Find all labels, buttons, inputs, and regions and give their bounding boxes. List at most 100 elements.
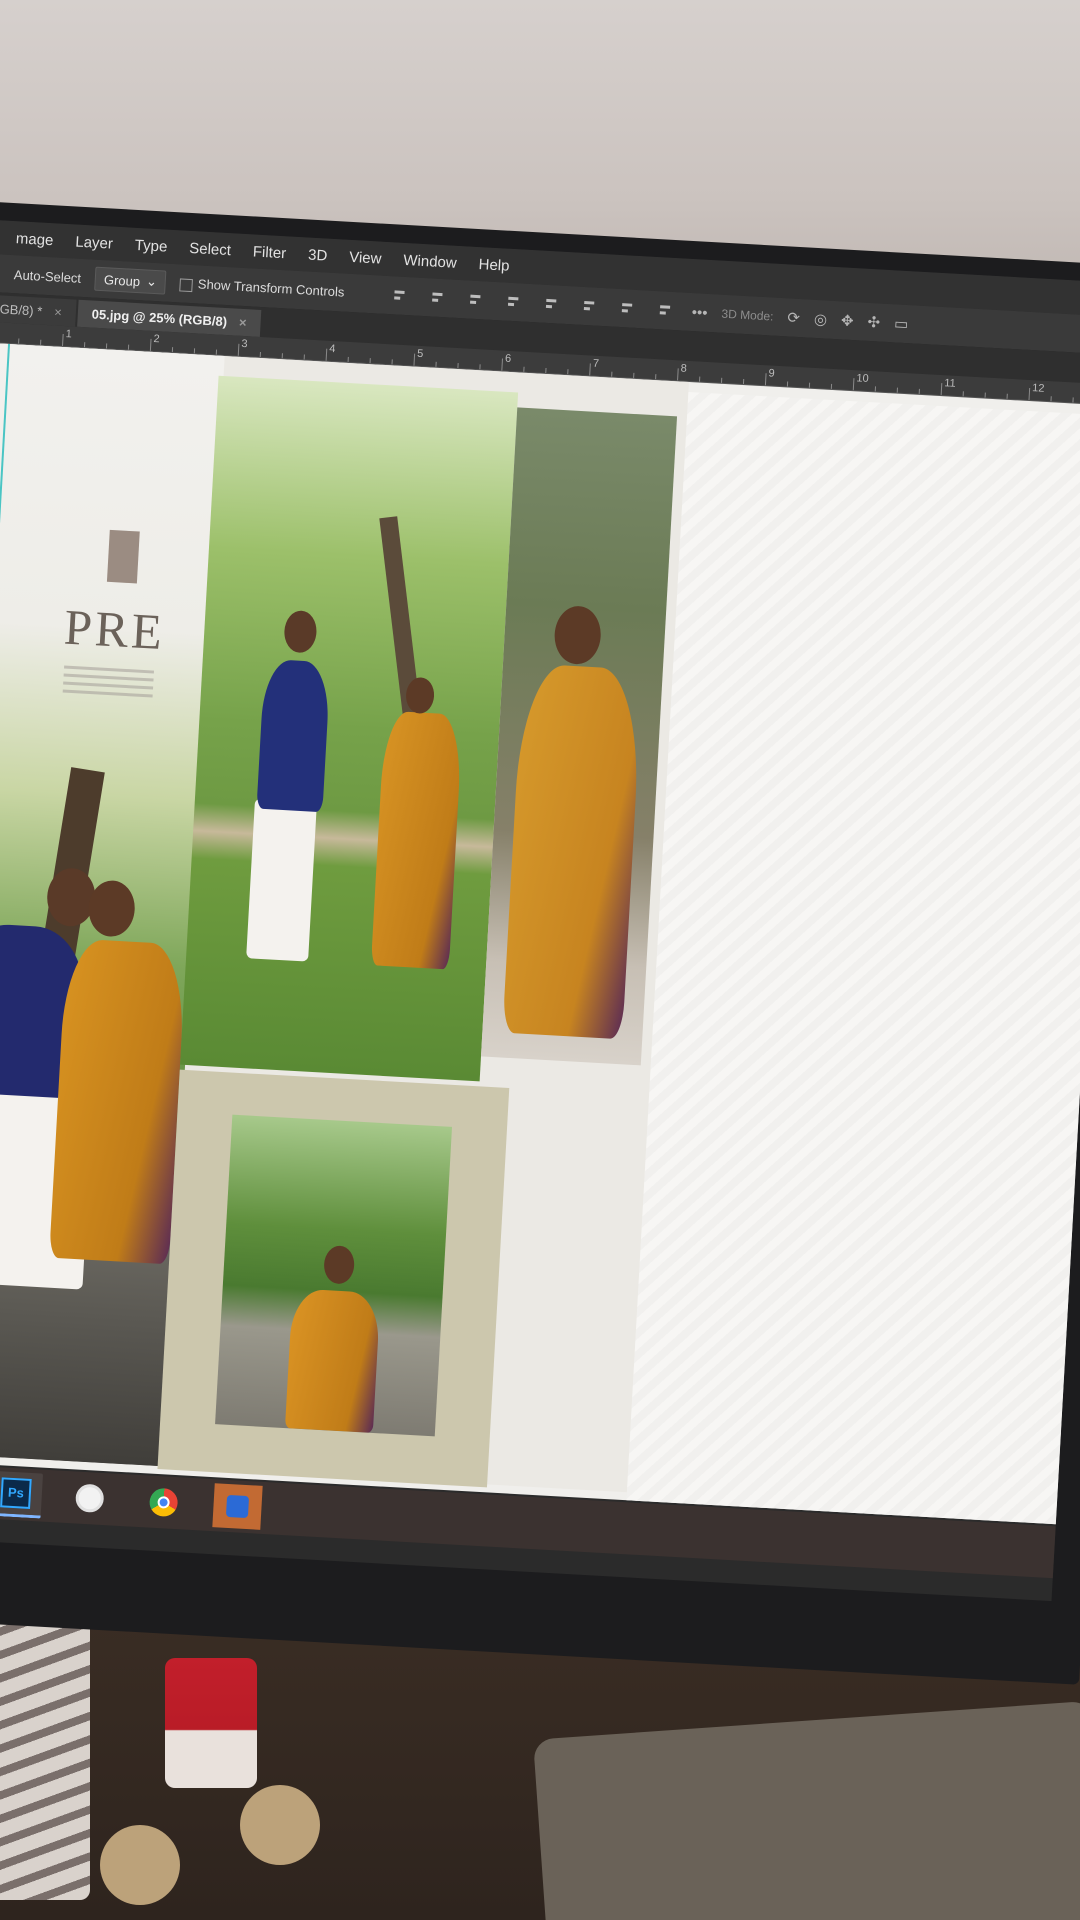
man-dhoti	[246, 798, 317, 962]
menu-view[interactable]: View	[349, 248, 382, 267]
align-right-icon[interactable]	[468, 293, 485, 308]
close-icon[interactable]: ×	[54, 304, 62, 319]
3d-slide-icon[interactable]: ✣	[867, 313, 881, 332]
menu-select[interactable]: Select	[189, 239, 232, 258]
menu-window[interactable]: Window	[403, 251, 457, 271]
ruler-label: 10	[856, 372, 870, 385]
monitor: mage Layer Type Select Filter 3D View Wi…	[0, 200, 1080, 1685]
ruler-tick	[193, 348, 196, 354]
menu-type[interactable]: Type	[134, 236, 167, 255]
red-bottle	[165, 1658, 257, 1788]
ruler-tick	[589, 363, 591, 376]
distribute-icon[interactable]	[506, 295, 523, 310]
ruler-label: 1	[65, 328, 73, 341]
ruler-tick	[479, 364, 481, 370]
woman-saree	[284, 1288, 381, 1433]
menu-filter[interactable]: Filter	[252, 243, 286, 262]
ruler-tick	[962, 391, 964, 397]
group-dropdown[interactable]: Group ⌄	[94, 266, 167, 295]
ruler-tick	[413, 353, 416, 366]
align-left-icon[interactable]	[392, 288, 409, 303]
ruler-tick	[391, 359, 393, 365]
tab-document-1[interactable]: (RGB/8) * ×	[0, 293, 77, 327]
ruler-tick	[940, 383, 943, 396]
ruler-tick	[523, 366, 525, 372]
ruler-tick	[457, 363, 459, 369]
whatsapp-icon	[74, 1483, 105, 1514]
photoshop-icon: Ps	[0, 1476, 32, 1509]
woman-saree	[370, 710, 464, 970]
ruler-label: 9	[768, 367, 776, 380]
ruler-tick	[1050, 396, 1052, 402]
ruler-tick	[325, 348, 328, 361]
ruler-label: 6	[504, 352, 512, 366]
man-head	[283, 609, 318, 654]
photo-of-monitor: mage Layer Type Select Filter 3D View Wi…	[0, 0, 1080, 1920]
man-shirt	[256, 658, 331, 813]
ruler-tick	[1006, 393, 1008, 399]
ruler-tick	[171, 347, 174, 353]
album-spread: PRE	[0, 341, 689, 1493]
align-middle-icon[interactable]	[582, 299, 599, 314]
chrome-icon	[148, 1487, 179, 1518]
ruler-tick	[259, 351, 261, 358]
3d-pan-icon[interactable]: ✥	[841, 311, 855, 330]
ruler-tick	[655, 374, 657, 380]
round-object	[100, 1825, 180, 1905]
ruler-label: 12	[1031, 382, 1045, 395]
ruler-tick	[369, 358, 371, 364]
canvas-area[interactable]: PRE	[0, 341, 1080, 1525]
ruler-tick	[501, 358, 503, 371]
ruler-tick	[808, 382, 811, 388]
menu-image[interactable]: mage	[15, 230, 53, 249]
distribute-vertical-icon[interactable]	[657, 303, 674, 318]
ruler-tick	[215, 349, 218, 355]
show-transform-label: Show Transform Controls	[197, 276, 345, 301]
woman-head	[323, 1245, 356, 1285]
3d-rotate-icon[interactable]: ⟳	[787, 308, 801, 327]
woman-head	[553, 604, 603, 666]
align-top-icon[interactable]	[544, 297, 561, 312]
ruler-tick	[677, 368, 679, 381]
align-bottom-icon[interactable]	[620, 301, 637, 316]
ruler-tick	[347, 356, 349, 362]
ruler-tick	[281, 353, 283, 359]
ruler-tick	[896, 387, 898, 393]
ruler-tick	[786, 381, 789, 387]
ruler-tick	[764, 373, 767, 386]
woman-head	[405, 676, 436, 715]
group-dropdown-value: Group	[103, 271, 141, 289]
blank-artboard	[626, 391, 1080, 1525]
ruler-tick	[699, 376, 701, 382]
auto-select-label[interactable]: Auto-Select	[14, 267, 82, 286]
taskbar-photoshop[interactable]: Ps	[0, 1470, 44, 1519]
ruler-tick	[633, 372, 635, 378]
woman-saree	[49, 938, 187, 1265]
menu-layer[interactable]: Layer	[75, 233, 113, 252]
screen: mage Layer Type Select Filter 3D View Wi…	[0, 218, 1080, 1602]
ruler-tick	[852, 378, 855, 391]
ruler-label: 11	[943, 377, 957, 390]
caption-lines	[62, 665, 155, 703]
ruler-tick	[1028, 387, 1031, 401]
3d-roll-icon[interactable]: ◎	[813, 310, 827, 329]
align-center-icon[interactable]	[430, 290, 447, 305]
striped-cloth	[0, 1600, 90, 1900]
ruler-tick	[149, 338, 152, 351]
ruler-label: 4	[328, 342, 336, 356]
show-transform-checkbox[interactable]: Show Transform Controls	[179, 276, 345, 301]
pre-title-text: PRE	[62, 598, 167, 661]
ruler-tick	[742, 379, 745, 385]
taskbar-chrome[interactable]	[136, 1480, 190, 1525]
ruler-tick	[18, 338, 20, 344]
taskbar-whatsapp[interactable]	[63, 1476, 117, 1521]
3d-camera-icon[interactable]: ▭	[894, 314, 909, 333]
chevron-down-icon: ⌄	[145, 273, 158, 290]
close-icon[interactable]: ×	[239, 315, 247, 330]
ruler-tick	[830, 383, 833, 389]
more-options-icon[interactable]: •••	[691, 304, 708, 322]
menu-help[interactable]: Help	[478, 256, 510, 275]
woman-saree	[502, 663, 643, 1040]
menu-3d[interactable]: 3D	[308, 246, 328, 264]
taskbar-app[interactable]	[210, 1483, 264, 1530]
